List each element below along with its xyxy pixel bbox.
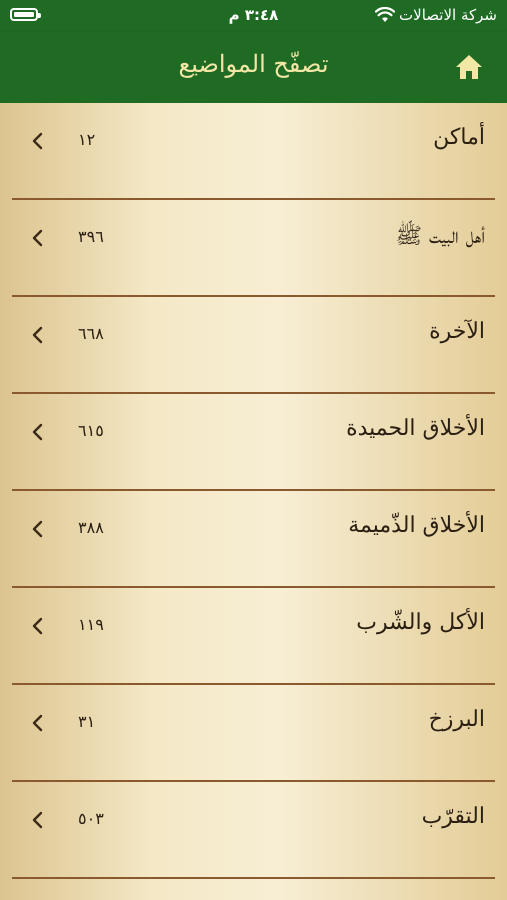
topic-row[interactable]: الأخلاق الذّميمة ٣٨٨ (0, 491, 507, 588)
topic-label: الأخلاق الذّميمة (348, 513, 485, 538)
chevron-left-icon (32, 326, 43, 344)
topic-list: أماكن ١٢ أهل البيت ﷺ ٣٩٦ الآخرة ٦٦٨ الأخلاق ال… (0, 103, 507, 900)
chevron-left-icon (32, 520, 43, 538)
nav-bar: تصفّح المواضيع (0, 32, 507, 103)
topic-row[interactable]: الآخرة ٦٦٨ (0, 297, 507, 394)
chevron-left-icon (32, 714, 43, 732)
topic-count: ٣٩٦ (78, 227, 104, 246)
carrier-name: شركة الاتصالات (399, 6, 497, 24)
topic-row[interactable]: الأخلاق الحميدة ٦١٥ (0, 394, 507, 491)
topic-count: ١١٩ (78, 615, 104, 634)
topic-count: ١٢ (78, 130, 96, 149)
topic-row[interactable]: أهل البيت ﷺ ٣٩٦ (0, 200, 507, 297)
home-button[interactable] (454, 53, 484, 81)
home-icon (456, 55, 482, 79)
topic-label: أهل البيت ﷺ (395, 224, 485, 249)
topic-count: ٦٦٨ (78, 324, 104, 343)
topic-row[interactable]: التقرّب ٥٠٣ (0, 782, 507, 879)
chevron-left-icon (32, 132, 43, 150)
topic-label: التقرّب (421, 804, 485, 829)
topic-count: ٦١٥ (78, 421, 104, 440)
topic-row[interactable]: أماكن ١٢ (0, 103, 507, 200)
chevron-left-icon (32, 423, 43, 441)
wifi-icon (374, 6, 396, 27)
topic-label: الأكل والشّرب (356, 610, 485, 635)
chevron-left-icon (32, 811, 43, 829)
topic-label: البرزخ (428, 707, 485, 732)
topic-count: ٣٨٨ (78, 518, 104, 537)
topic-row[interactable]: البرزخ ٣١ (0, 685, 507, 782)
topic-count: ٣١ (78, 712, 96, 731)
topic-label: الأخلاق الحميدة (346, 416, 485, 441)
topic-label: الآخرة (429, 319, 485, 344)
row-divider (12, 877, 495, 879)
topic-count: ٥٠٣ (78, 809, 104, 828)
status-time: ٣:٤٨ م (228, 6, 279, 24)
battery-icon (10, 8, 41, 21)
status-bar: شركة الاتصالات ٣:٤٨ م (0, 0, 507, 32)
topic-label: أماكن (433, 125, 485, 150)
page-title: تصفّح المواضيع (178, 50, 329, 78)
chevron-left-icon (32, 617, 43, 635)
topic-row[interactable]: الأكل والشّرب ١١٩ (0, 588, 507, 685)
chevron-left-icon (32, 229, 43, 247)
